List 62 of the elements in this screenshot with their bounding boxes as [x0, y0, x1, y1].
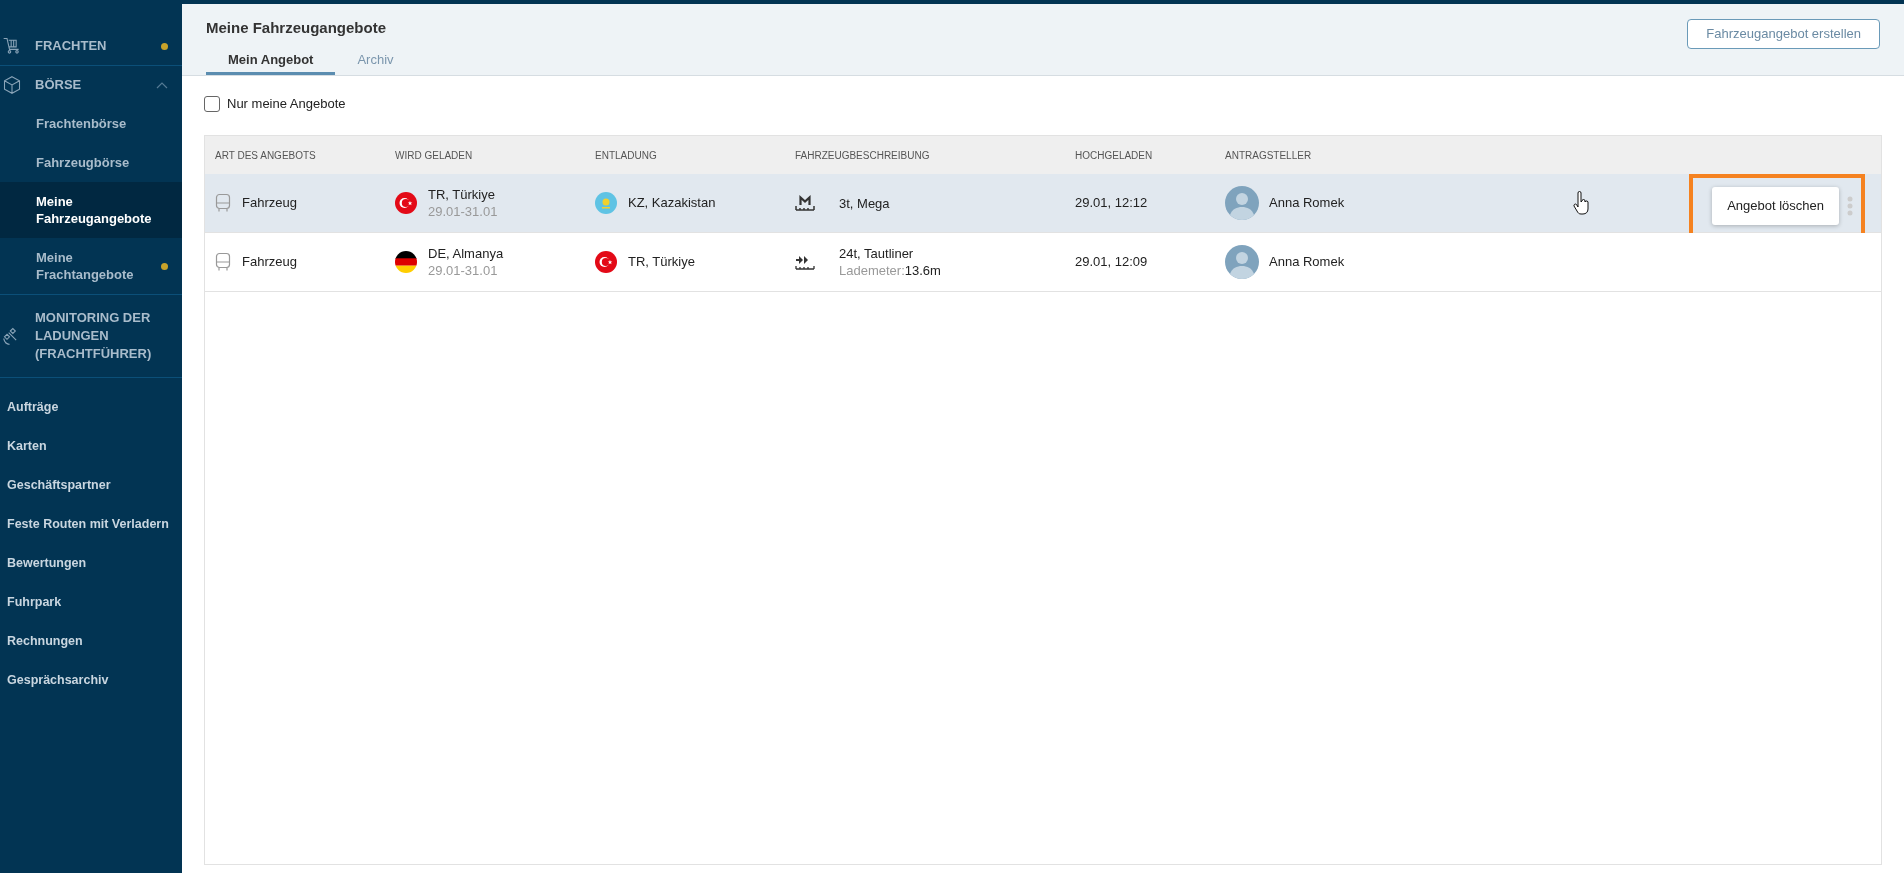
- turkey-flag-icon: [395, 192, 417, 214]
- table-cell-text: KZ, Kazakistan: [628, 194, 716, 213]
- sidebar-link[interactable]: Gesprächsarchiv: [0, 661, 182, 700]
- column-header: ENTLADUNG: [595, 148, 658, 163]
- turkey-flag-icon: [595, 251, 617, 273]
- table-cell: 3t, Mega: [839, 194, 890, 212]
- sidebar-link[interactable]: Bewertungen: [0, 544, 182, 583]
- double-arrow-icon: [795, 253, 815, 271]
- column-header: ART DES ANGEBOTS: [215, 148, 317, 163]
- sidebar-section[interactable]: BÖRSE: [0, 66, 182, 104]
- sidebar-link[interactable]: Fuhrpark: [0, 583, 182, 622]
- measure-m-icon: [795, 194, 815, 212]
- sidebar-item[interactable]: Meine Fahrzeugangebote: [0, 182, 182, 238]
- box-icon: [2, 75, 22, 95]
- date-range: 29.01-31.01: [428, 262, 499, 279]
- kazakhstan-flag-icon: [595, 192, 617, 214]
- table-cell: DE, Almanya: [428, 245, 504, 262]
- column-header: WIRD GELADEN: [395, 148, 474, 163]
- column-header: HOCHGELADEN: [1075, 148, 1154, 163]
- table-row[interactable]: Fahrzeug TR, Türkiye 29.01-31.01 KZ, Kazakistan 3t, Mega 29.01, 12:12 Anna Romek Angebot löschen: [205, 174, 1881, 233]
- meter-value: 13.6m: [904, 262, 941, 279]
- sidebar-section[interactable]: FRACHTEN: [0, 27, 182, 65]
- checkbox-label: Nur meine Angebote: [227, 95, 346, 114]
- chevron-up-icon: [156, 81, 168, 89]
- sidebar-link[interactable]: Geschäftspartner: [0, 466, 182, 505]
- sidebar-link[interactable]: Aufträge: [0, 388, 182, 427]
- hand-cursor-icon: [1573, 191, 1591, 215]
- sidebar-link[interactable]: Feste Routen mit Verladern: [0, 505, 182, 544]
- table-cell-text: TR, Türkiye: [628, 253, 695, 272]
- table-cell-text: TR, Türkiye: [428, 186, 496, 203]
- date-range: 29.01-31.01: [428, 203, 498, 220]
- avatar-silhouette-icon: [1225, 186, 1259, 220]
- sidebar-item[interactable]: Meine Frachtangebote: [0, 238, 182, 294]
- sidebar-section-label: FRACHTEN: [34, 37, 108, 55]
- table-cell-text: 29.01, 12:12: [1075, 194, 1149, 213]
- table-cell-text: 29.01, 12:09: [1075, 253, 1149, 272]
- sidebar-link[interactable]: Karten: [0, 427, 182, 466]
- column-header: FAHRZEUGBESCHREIBUNG: [795, 148, 931, 163]
- sidebar-link[interactable]: Rechnungen: [0, 622, 182, 661]
- table-cell-text: Fahrzeug: [242, 194, 297, 213]
- meter-label: Lademeter:: [839, 262, 905, 279]
- create-offer-button[interactable]: Fahrzeugangebot erstellen: [1687, 19, 1880, 49]
- germany-flag-icon: [395, 251, 417, 273]
- page-title: Meine Fahrzeugangebote: [206, 18, 388, 38]
- bus-icon: [215, 252, 231, 272]
- cart-icon: [2, 36, 22, 56]
- sidebar-section-label: MONITORING DER LADUNGEN (FRACHTFÜHRER): [34, 309, 153, 363]
- table-cell-text: Fahrzeug: [242, 253, 297, 272]
- avatar-silhouette-icon: [1225, 245, 1259, 279]
- table-cell-text: Anna Romek: [1269, 253, 1345, 272]
- table-cell-text: Anna Romek: [1269, 194, 1345, 213]
- table-cell-text: 24t, Tautliner: [839, 245, 915, 262]
- sidebar-section[interactable]: MONITORING DER LADUNGEN (FRACHTFÜHRER): [0, 295, 182, 377]
- column-header: ANTRAGSTELLER: [1225, 148, 1313, 163]
- sidebar-item[interactable]: Fahrzeugbörse: [0, 143, 182, 182]
- tab[interactable]: Mein Angebot: [206, 48, 336, 75]
- sidebar-section-label: BÖRSE: [34, 76, 83, 94]
- checkbox[interactable]: [204, 96, 220, 112]
- bus-icon: [215, 193, 231, 213]
- table-row[interactable]: Fahrzeug DE, Almanya 29.01-31.01 TR, Türkiye 24t, Tautliner Lademeter:13.6m 29.01, 12:09 Anna Romek: [205, 233, 1881, 292]
- sidebar-item[interactable]: Frachtenbörse: [0, 104, 182, 143]
- delete-offer-button[interactable]: Angebot löschen: [1712, 187, 1839, 225]
